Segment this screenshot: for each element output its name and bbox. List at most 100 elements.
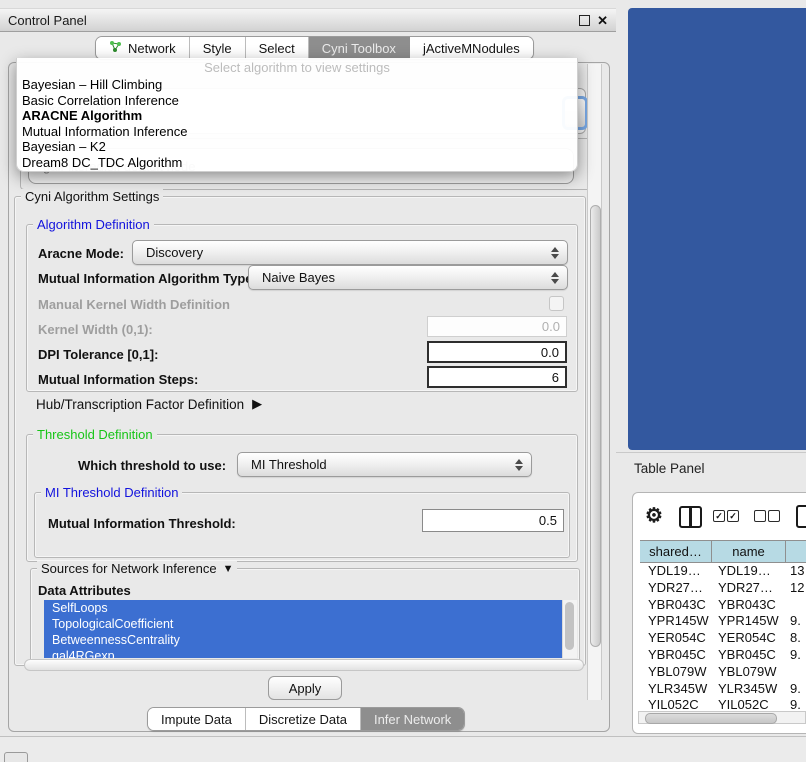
table-cell[interactable]: 9. (786, 613, 806, 630)
table-cell[interactable]: YPR145W (640, 613, 712, 630)
tab-discretize-data[interactable]: Discretize Data (246, 708, 361, 730)
table-row[interactable]: YBL079WYBL079W (640, 664, 806, 681)
table-cell[interactable]: YBR045C (712, 647, 786, 664)
mi-steps-field[interactable]: 6 (427, 366, 567, 388)
table-row[interactable]: YDL19…YDL19…13 (640, 563, 806, 580)
combo-arrows-icon (551, 241, 559, 264)
table-cell[interactable]: 9. (786, 647, 806, 664)
algorithm-option-basic-correlation-inference[interactable]: Basic Correlation Inference (17, 93, 577, 109)
table-cell[interactable]: YDR27… (640, 580, 712, 597)
table-cell[interactable]: 9. (786, 697, 806, 712)
tab-jactivemnodules[interactable]: jActiveMNodules (410, 37, 533, 59)
table-cell[interactable]: YBR045C (640, 647, 712, 664)
dpi-tolerance-field[interactable]: 0.0 (427, 341, 567, 363)
which-threshold-combo[interactable]: MI Threshold (237, 452, 532, 477)
column-header-name[interactable]: name (712, 541, 786, 562)
cyni-bottom-tabs: Impute DataDiscretize DataInfer Network (147, 707, 465, 731)
aracne-mode-combo[interactable]: Discovery (132, 240, 568, 265)
attribute-item-betweennesscentrality[interactable]: BetweennessCentrality (44, 632, 562, 648)
settings-vertical-scrollbar-thumb[interactable] (590, 205, 601, 647)
manual-kernel-label: Manual Kernel Width Definition (38, 297, 230, 312)
table-cell[interactable]: YBL079W (640, 664, 712, 681)
attributes-list-scrollbar-thumb[interactable] (565, 602, 574, 650)
table-row[interactable]: YBR045CYBR045C9. (640, 647, 806, 664)
settings-horizontal-scrollbar[interactable] (24, 659, 584, 671)
table-row[interactable]: YPR145WYPR145W9. (640, 613, 806, 630)
mi-threshold-field[interactable]: 0.5 (422, 509, 564, 532)
tab-cyni-toolbox[interactable]: Cyni Toolbox (309, 37, 410, 59)
algorithm-option-mutual-information-inference[interactable]: Mutual Information Inference (17, 124, 577, 140)
table-cell[interactable]: YIL052C (640, 697, 712, 712)
table-row[interactable]: YLR345WYLR345W9. (640, 681, 806, 698)
attributes-list-scrollbar (562, 600, 577, 658)
algorithm-option-aracne-algorithm[interactable]: ARACNE Algorithm (17, 108, 577, 124)
hub-definition-expander[interactable]: Hub/Transcription Factor Definition ▶ (36, 396, 262, 412)
table-horizontal-scrollbar-thumb[interactable] (645, 713, 777, 724)
table-cell[interactable]: YBL079W (712, 664, 786, 681)
attribute-item-topologicalcoefficient[interactable]: TopologicalCoefficient (44, 616, 562, 632)
settings-vertical-scrollbar (587, 64, 602, 700)
table-cell[interactable]: 8. (786, 630, 806, 647)
table-row[interactable]: YBR043CYBR043C (640, 597, 806, 614)
algorithm-option-bayesian-k2[interactable]: Bayesian – K2 (17, 139, 577, 155)
table-cell[interactable]: YDL19… (712, 563, 786, 580)
control-panel-title: Control Panel (8, 13, 87, 28)
attribute-item-gal4rgexp[interactable]: gal4RGexp (44, 648, 562, 658)
cut-button[interactable] (4, 752, 28, 762)
tab-select[interactable]: Select (246, 37, 309, 59)
deselect-all-icon[interactable] (768, 510, 780, 522)
table-cell[interactable]: YDR27… (712, 580, 786, 597)
data-attributes-label: Data Attributes (38, 583, 131, 598)
table-cell[interactable]: YER054C (640, 630, 712, 647)
table-body[interactable]: YDL19…YDL19…13YDR27…YDR27…12YBR043CYBR04… (640, 563, 806, 712)
network-view-frame: GALGAL80GAL10GAL1GAL11GAL4SWI4GCY1HAP4YH… (628, 8, 806, 450)
table-cell[interactable]: YBR043C (640, 597, 712, 614)
tab-impute-data[interactable]: Impute Data (148, 708, 246, 730)
float-window-icon[interactable] (579, 15, 590, 26)
column-header-shared[interactable]: shared… (640, 541, 712, 562)
table-cell[interactable] (786, 664, 806, 681)
table-header: shared…name (640, 540, 806, 563)
table-horizontal-scrollbar (638, 711, 806, 724)
collapse-down-icon: ▼ (223, 563, 234, 575)
kernel-width-label: Kernel Width (0,1): (38, 322, 153, 337)
table-cell[interactable]: 12 (786, 580, 806, 597)
table-cell[interactable]: YLR345W (712, 681, 786, 698)
table-cell[interactable] (786, 597, 806, 614)
select-all-icon[interactable]: ✓ (713, 510, 725, 522)
control-panel-titlebar[interactable]: Control Panel ✕ (0, 8, 616, 32)
dpi-tolerance-label: DPI Tolerance [0,1]: (38, 347, 158, 362)
table-row[interactable]: YIL052CYIL052C9. (640, 697, 806, 712)
column-header-cut[interactable] (786, 541, 806, 562)
tab-network[interactable]: Network (96, 37, 190, 59)
table-cell[interactable]: YDL19… (640, 563, 712, 580)
algorithm-dropdown-placeholder: Select algorithm to view settings (17, 58, 577, 77)
partial-table-icon[interactable] (796, 505, 806, 528)
table-cell[interactable]: YPR145W (712, 613, 786, 630)
deselect-all-icon[interactable] (754, 510, 766, 522)
table-cell[interactable]: YIL052C (712, 697, 786, 712)
split-table-icon[interactable] (679, 506, 702, 528)
table-row[interactable]: YER054CYER054C8. (640, 630, 806, 647)
apply-button[interactable]: Apply (268, 676, 342, 700)
table-cell[interactable]: 9. (786, 681, 806, 698)
sources-title-row[interactable]: Sources for Network Inference ▼ (37, 561, 237, 576)
table-panel-title: Table Panel (634, 461, 705, 476)
table-cell[interactable]: YBR043C (712, 597, 786, 614)
mi-type-combo[interactable]: Naive Bayes (248, 265, 568, 290)
table-cell[interactable]: YER054C (712, 630, 786, 647)
tab-style[interactable]: Style (190, 37, 246, 59)
attribute-item-selfloops[interactable]: SelfLoops (44, 600, 562, 616)
data-attributes-list[interactable]: SelfLoopsTopologicalCoefficientBetweenne… (44, 600, 562, 658)
mi-threshold-title: MI Threshold Definition (41, 485, 182, 500)
algorithm-option-dream8-dc-tdc-algorithm[interactable]: Dream8 DC_TDC Algorithm (17, 155, 577, 171)
tab-infer-network[interactable]: Infer Network (361, 708, 464, 730)
table-row[interactable]: YDR27…YDR27…12 (640, 580, 806, 597)
which-threshold-label: Which threshold to use: (78, 458, 226, 473)
algorithm-option-bayesian-hill-climbing[interactable]: Bayesian – Hill Climbing (17, 77, 577, 93)
table-cell[interactable]: YLR345W (640, 681, 712, 698)
table-cell[interactable]: 13 (786, 563, 806, 580)
gear-icon[interactable]: ⚙ (645, 503, 663, 528)
close-icon[interactable]: ✕ (597, 14, 608, 27)
select-all-icon[interactable]: ✓ (727, 510, 739, 522)
